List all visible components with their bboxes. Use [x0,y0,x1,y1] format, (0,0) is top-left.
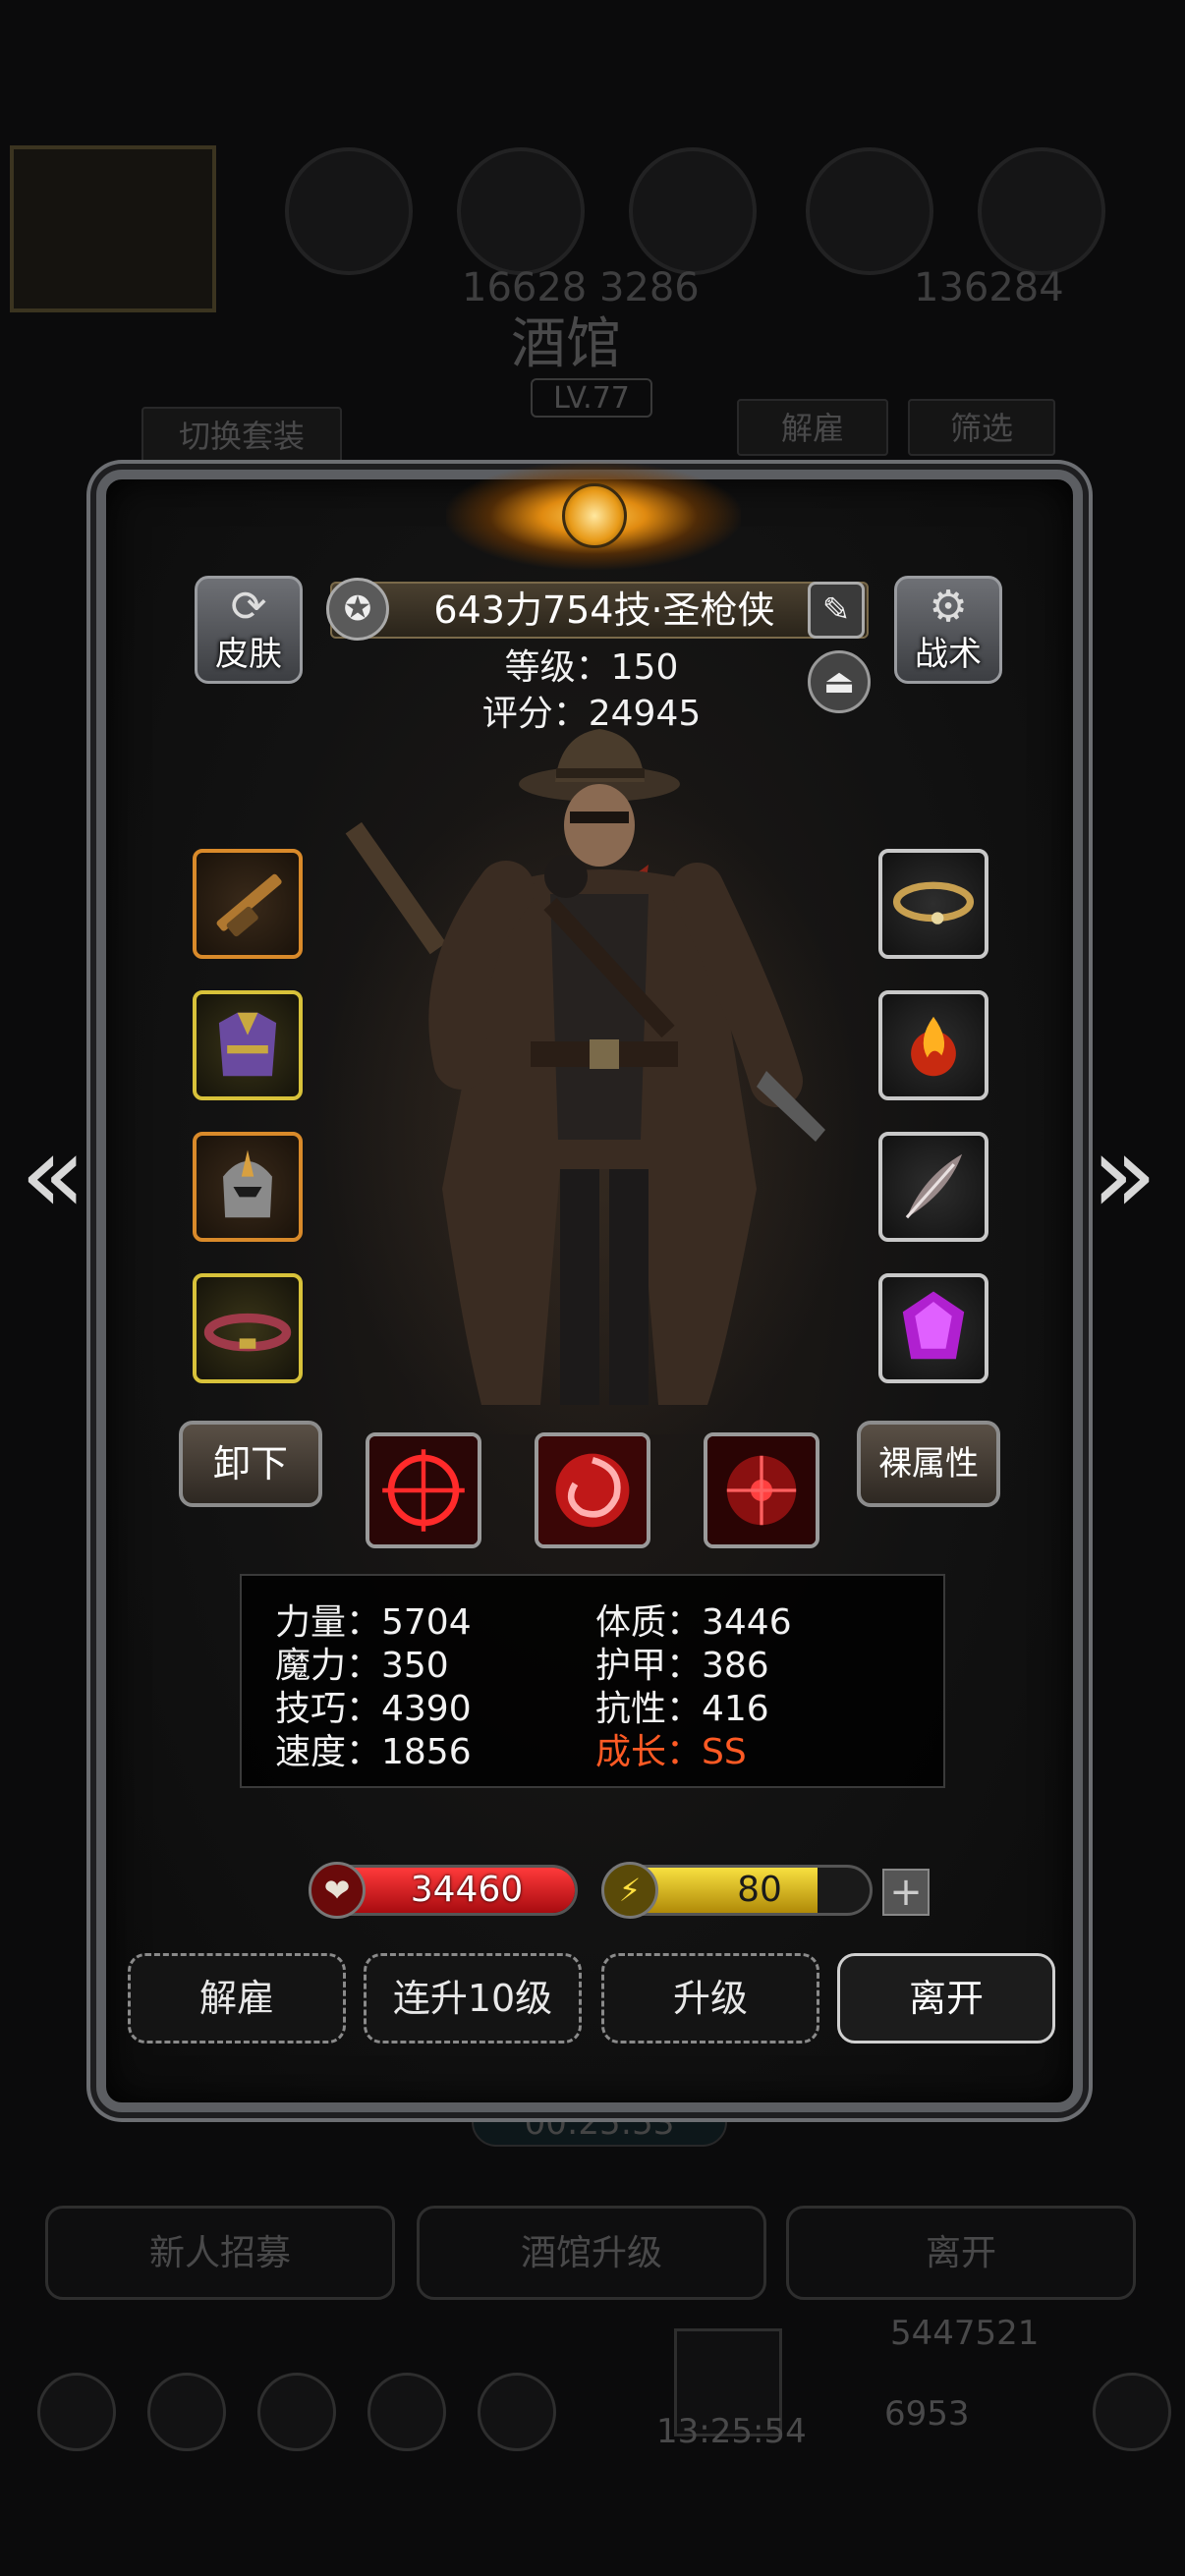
crosshair-skill-icon [369,1436,478,1544]
leave-button[interactable]: 离开 [837,1953,1055,2044]
menu-icon[interactable] [37,2373,116,2451]
hp-value: 34460 [410,1870,524,1910]
skill-slot-1[interactable] [366,1432,481,1548]
bg-leave-button[interactable]: 离开 [786,2206,1136,2300]
energy-value: 80 [737,1870,782,1910]
skin-icon: ⟳ [230,582,267,632]
belt-icon [203,1313,292,1352]
menu-icon[interactable] [478,2373,556,2451]
helmet-icon [223,1149,272,1218]
heart-icon: ❤ [309,1862,366,1919]
rank-badge-icon: ✪ [326,578,389,641]
dismiss-button[interactable]: 解雇 [128,1953,346,2044]
tactics-label: 战术 [915,635,982,674]
armor-slot[interactable] [193,990,303,1100]
gold-amount: 5447521 [890,2314,1040,2353]
chevron-left-icon[interactable]: « [14,1120,92,1238]
menu-icon[interactable] [147,2373,226,2451]
resource-icon [629,147,757,275]
chevron-right-icon[interactable]: » [1085,1120,1163,1238]
stat-armor: 护甲：386 [595,1646,769,1686]
accessory-slot-ring[interactable] [878,849,988,959]
resource-icon [978,147,1105,275]
menu-icon[interactable] [367,2373,446,2451]
ring-icon [892,881,975,924]
tavern-upgrade-button[interactable]: 酒馆升级 [417,2206,766,2300]
bg-dismiss-button[interactable]: 解雇 [737,399,888,456]
skill-slot-3[interactable] [704,1432,819,1548]
lightning-icon: ⚡ [601,1862,658,1919]
stat-constitution: 体质：3446 [595,1602,792,1643]
edit-icon[interactable]: ✎ [808,582,865,639]
purple-gem-icon [902,1291,965,1360]
unequip-button[interactable]: 卸下 [179,1421,322,1507]
upgrade-button[interactable]: 升级 [601,1953,819,2044]
resource-icon [285,147,413,275]
hero-portrait [345,729,825,1405]
resource-icon [457,147,585,275]
player-avatar [10,145,216,312]
stat-skill: 技巧：4390 [275,1689,472,1729]
stat-speed: 速度：1856 [275,1732,472,1772]
upgrade-10-button[interactable]: 连升10级 [364,1953,582,2044]
target-skill-icon [707,1436,816,1544]
tactics-button[interactable]: ⚙ 战术 [894,576,1002,684]
helmet-slot[interactable] [193,1132,303,1242]
weapon-slot[interactable] [193,849,303,959]
feather-icon [905,1153,963,1219]
new-recruit-button[interactable]: 新人招募 [45,2206,395,2300]
gear-icon: ⚙ [929,582,968,632]
chest-armor-icon [218,1012,277,1077]
hero-name: 643力754技·圣枪侠 [433,588,775,632]
resource-counter: 136284 [914,265,1064,310]
bottom-timer: 13:25:54 [656,2412,807,2451]
menu-icon[interactable] [257,2373,336,2451]
panel-crest-gem [562,483,627,548]
gem-amount: 6953 [884,2394,970,2434]
stat-magic: 魔力：350 [275,1646,449,1686]
stat-resistance: 抗性：416 [595,1689,769,1729]
bg-filter-button[interactable]: 筛选 [908,399,1055,456]
base-stats-button[interactable]: 裸属性 [857,1421,1000,1507]
resource-icon [806,147,933,275]
plus-icon[interactable]: + [882,1869,930,1916]
belt-slot[interactable] [193,1273,303,1383]
accessory-slot-fire[interactable] [878,990,988,1100]
skin-button[interactable]: ⟳ 皮肤 [195,576,303,684]
fire-orb-icon [911,1016,956,1077]
tavern-title: 酒馆 [511,312,621,376]
skill-slot-2[interactable] [535,1432,650,1548]
skin-label: 皮肤 [215,635,282,674]
accessory-slot-feather[interactable] [878,1132,988,1242]
accessory-slot-gem[interactable] [878,1273,988,1383]
hero-level: 等级：150 [504,647,679,688]
switch-outfit-button[interactable]: 切换套装 [141,407,342,464]
tavern-level: LV.77 [531,378,652,418]
menu-icon[interactable] [1093,2373,1171,2451]
rifle-icon [216,873,282,937]
vortex-skill-icon [538,1436,647,1544]
stat-growth: 成长：SS [595,1732,747,1772]
stat-strength: 力量：5704 [275,1602,472,1643]
